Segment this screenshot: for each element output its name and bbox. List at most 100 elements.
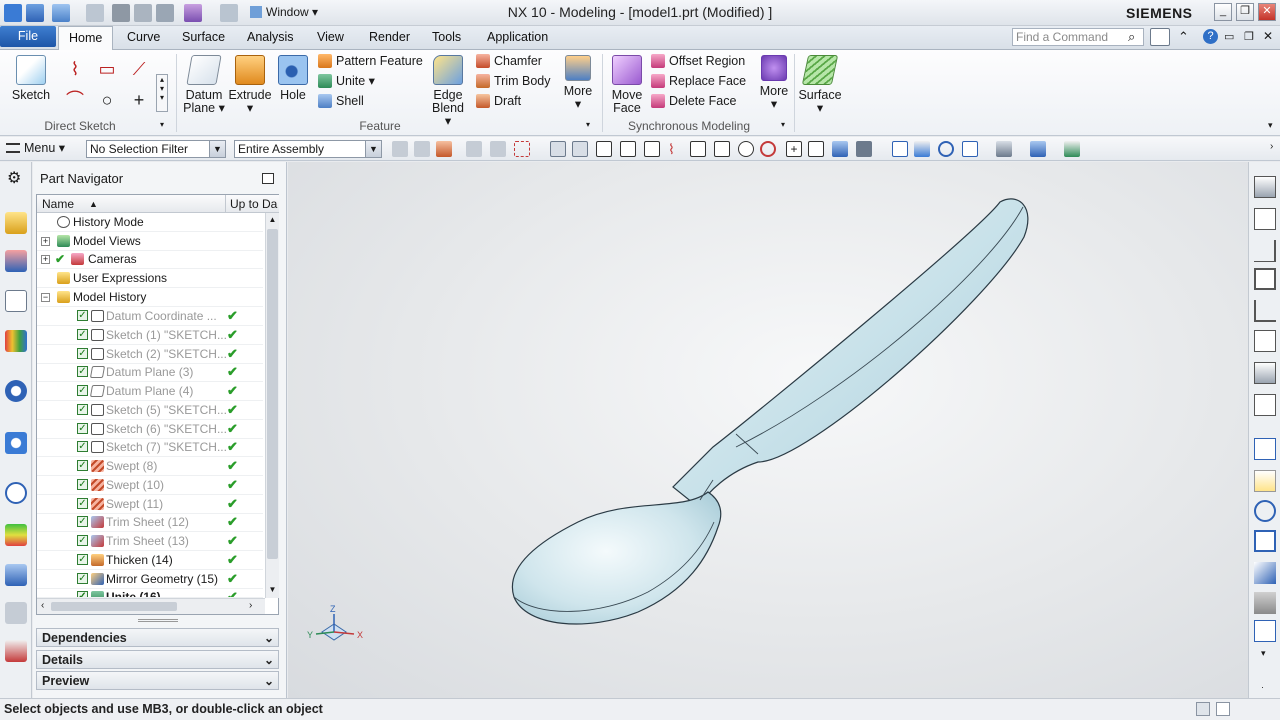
extrude-button[interactable]: Extrude ▾	[228, 55, 272, 115]
sketch-button[interactable]: Sketch	[8, 55, 54, 102]
tree-row-history-mode[interactable]: History Mode	[37, 213, 263, 232]
collapse-icon[interactable]: −	[41, 293, 50, 302]
dependencies-panel-header[interactable]: Dependencies ⌄	[36, 628, 279, 647]
edge-blend-button[interactable]: Edge Blend ▾	[428, 55, 468, 128]
circle-icon[interactable]: ○	[96, 89, 118, 111]
collapse-ribbon-icon[interactable]: ⌃	[1178, 29, 1189, 45]
sketch-gallery-scroll[interactable]: ▴ ▾ ▾	[156, 74, 168, 112]
tree-row-feature[interactable]: ✓ Trim Sheet (12) ✔	[37, 513, 263, 532]
zoom-window-icon[interactable]	[1254, 470, 1276, 492]
left-view-icon[interactable]	[1254, 394, 1276, 416]
system-materials-icon[interactable]	[5, 524, 27, 546]
bottom-view-icon[interactable]	[1254, 362, 1276, 384]
close-button[interactable]: ✕	[1258, 3, 1276, 21]
point-on-curve-icon[interactable]	[808, 141, 824, 157]
tree-row-feature[interactable]: ✓ Sketch (1) "SKETCH... ✔	[37, 326, 263, 345]
vertical-scrollbar[interactable]: ▲ ▼	[265, 213, 279, 598]
chevron-down-icon[interactable]: ▼	[209, 141, 225, 157]
roles-icon[interactable]	[5, 602, 27, 624]
doc-minimize-button[interactable]: ▭	[1224, 30, 1234, 43]
select-all-icon[interactable]	[490, 141, 506, 157]
tree-row-feature[interactable]: ✓ Sketch (2) "SKETCH... ✔	[37, 345, 263, 364]
chamfer-button[interactable]: Chamfer	[476, 52, 542, 70]
general-selection-icon[interactable]	[392, 141, 408, 157]
intersection-snap-icon[interactable]	[714, 141, 730, 157]
scroll-down-icon[interactable]: ▼	[267, 585, 278, 595]
quadrant-snap-icon[interactable]	[760, 141, 776, 157]
toolbar-more-icon[interactable]: ·	[1261, 682, 1264, 692]
surface-button[interactable]: Surface ▾	[798, 55, 842, 115]
arc-center-icon[interactable]	[738, 141, 754, 157]
point-on-face-icon[interactable]	[832, 141, 848, 157]
rendering-style-icon[interactable]	[996, 141, 1012, 157]
hd3d-tools-icon[interactable]	[5, 380, 27, 402]
chevron-down-icon[interactable]: ▼	[365, 141, 381, 157]
maximize-panel-icon[interactable]	[262, 173, 274, 184]
tree-row-feature[interactable]: ✓ Swept (11) ✔	[37, 495, 263, 514]
horizontal-scrollbar[interactable]: ‹ ›	[37, 598, 265, 614]
checkbox[interactable]: ✓	[77, 441, 88, 452]
selection-intent-icon[interactable]	[414, 141, 430, 157]
bounded-grid-icon[interactable]	[856, 141, 872, 157]
fullscreen-icon[interactable]	[1150, 28, 1170, 46]
graphics-window[interactable]: Z X Y	[288, 162, 1248, 698]
checkbox[interactable]: ✓	[77, 460, 88, 471]
spoon-handle[interactable]	[672, 198, 1029, 508]
profile-icon[interactable]: ⌇	[64, 58, 86, 80]
checkbox[interactable]: ✓	[77, 573, 88, 584]
unite-button[interactable]: Unite ▾	[318, 72, 375, 90]
horizontal-scroll-thumb[interactable]	[51, 602, 177, 611]
rotate-icon[interactable]	[938, 141, 954, 157]
pattern-feature-button[interactable]: Pattern Feature	[318, 52, 423, 70]
checkbox[interactable]: ✓	[77, 329, 88, 340]
front-view-icon[interactable]	[1254, 268, 1276, 290]
datum-plane-button[interactable]: Datum Plane ▾	[182, 55, 226, 115]
constraint-navigator-icon[interactable]	[5, 250, 27, 272]
tree-row-model-history[interactable]: − Model History	[37, 288, 263, 307]
tab-home[interactable]: Home	[58, 26, 114, 51]
help-icon[interactable]: ?	[1203, 29, 1218, 44]
restore-button[interactable]: ❐	[1236, 3, 1254, 21]
snap-icon[interactable]	[466, 141, 482, 157]
move-face-button[interactable]: Move Face	[607, 55, 647, 115]
feature-more-button[interactable]: More ▾	[560, 55, 596, 111]
model-history-tree[interactable]: Name ▲ Up to Da ▲ ▼ ‹ › History Mode + Mo…	[36, 194, 279, 615]
minimize-button[interactable]: _	[1214, 3, 1232, 21]
expand-icon[interactable]: +	[41, 237, 50, 246]
checkbox[interactable]: ✓	[77, 535, 88, 546]
checkbox[interactable]: ✓	[77, 554, 88, 565]
trimetric-view-icon[interactable]	[1254, 176, 1276, 198]
toolbar-overflow-icon[interactable]: ›	[1270, 141, 1273, 152]
tree-row-feature[interactable]: ✓ Mirror Geometry (15) ✔	[37, 570, 263, 589]
chevron-down-icon[interactable]: ▾	[1261, 648, 1266, 659]
replace-face-button[interactable]: Replace Face	[651, 72, 746, 90]
checkbox[interactable]: ✓	[77, 498, 88, 509]
tab-tools[interactable]: Tools	[422, 26, 471, 50]
history-icon[interactable]	[5, 482, 27, 504]
checkbox[interactable]: ✓	[77, 479, 88, 490]
tree-row-cameras[interactable]: + ✔ Cameras	[37, 250, 263, 269]
checkbox[interactable]: ✓	[77, 366, 88, 377]
fit-all-icon[interactable]	[1254, 438, 1276, 460]
sync-more-button[interactable]: More ▾	[756, 55, 792, 111]
tree-row-feature[interactable]: ✓ Datum Plane (3) ✔	[37, 363, 263, 382]
tree-row-feature[interactable]: ✓ Trim Sheet (13) ✔	[37, 532, 263, 551]
snap-point-icon[interactable]	[596, 141, 612, 157]
column-header-uptodate[interactable]: Up to Da	[225, 195, 279, 213]
status-window-icon[interactable]	[1216, 702, 1230, 716]
body-select-icon[interactable]	[550, 141, 566, 157]
existing-point-icon[interactable]: +	[786, 141, 802, 157]
draft-button[interactable]: Draft	[476, 92, 521, 110]
ribbon-options-icon[interactable]: ▾	[1268, 120, 1273, 131]
command-finder-input[interactable]: Find a Command	[1012, 28, 1144, 46]
feature-selection-icon[interactable]	[436, 141, 452, 157]
checkbox[interactable]: ✓	[77, 423, 88, 434]
back-view-icon[interactable]	[1254, 330, 1276, 352]
scroll-right-icon[interactable]: ›	[249, 600, 252, 611]
fit-view-icon[interactable]	[892, 141, 908, 157]
tree-row-user-expressions[interactable]: User Expressions	[37, 269, 263, 288]
offset-region-button[interactable]: Offset Region	[651, 52, 745, 70]
vertical-scroll-thumb[interactable]	[267, 229, 278, 559]
checkbox[interactable]: ✓	[77, 516, 88, 527]
preview-panel-header[interactable]: Preview ⌄	[36, 671, 279, 690]
